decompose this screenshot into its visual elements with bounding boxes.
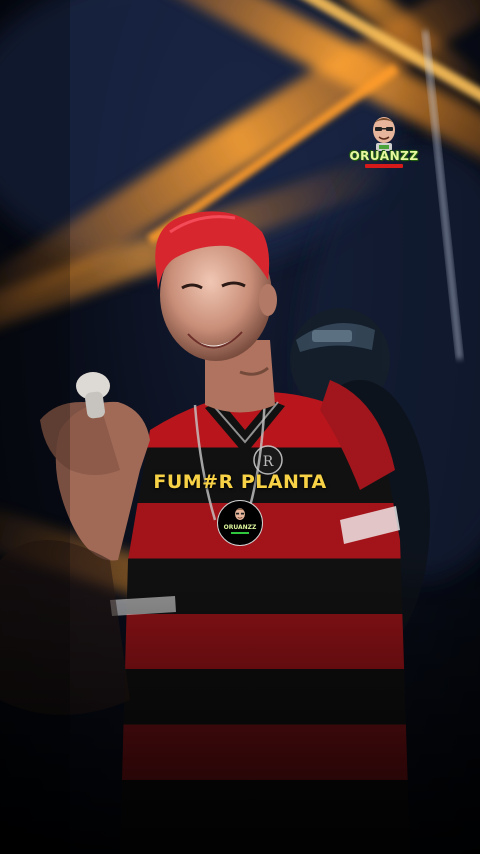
lyric-caption: FUM#R PLANTA bbox=[153, 471, 327, 493]
cartoon-face-icon bbox=[373, 117, 395, 151]
watermark-brand-text: ORUANZZ bbox=[349, 149, 419, 163]
watermark-center-brand-text: ORUANZZ bbox=[223, 524, 257, 531]
watermark-logo-center: ORUANZZ bbox=[217, 500, 263, 546]
left-vignette bbox=[0, 0, 70, 854]
watermark-center-bar bbox=[231, 532, 249, 534]
watermark-logo-top: ORUANZZ bbox=[348, 112, 420, 174]
svg-text:R: R bbox=[263, 454, 274, 470]
video-frame: R ORUANZZ FUM#R PLANTA ORUANZZ bbox=[0, 0, 480, 854]
watermark-red-bar bbox=[365, 164, 403, 168]
bottom-vignette bbox=[0, 560, 480, 854]
cartoon-face-small-icon bbox=[235, 508, 245, 520]
